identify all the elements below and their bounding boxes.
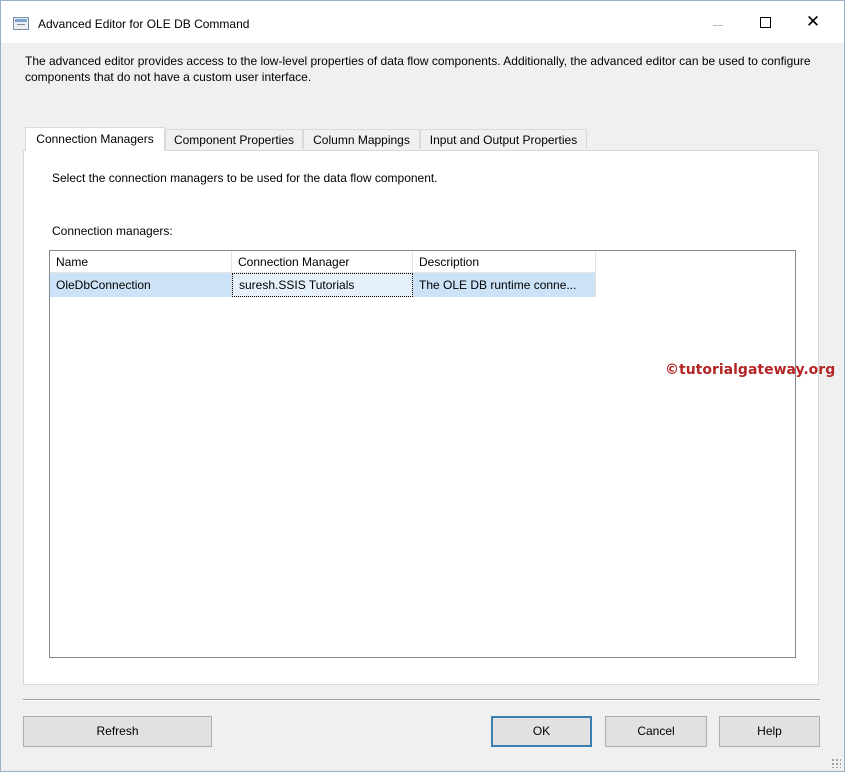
minimize-icon xyxy=(713,24,723,26)
close-button[interactable]: ✕ xyxy=(790,1,836,43)
refresh-button[interactable]: Refresh xyxy=(23,716,212,747)
window-title: Advanced Editor for OLE DB Command xyxy=(38,17,250,31)
tab-input-output-properties[interactable]: Input and Output Properties xyxy=(420,129,587,149)
button-separator xyxy=(23,699,820,701)
cancel-button[interactable]: Cancel xyxy=(605,716,707,747)
ok-button[interactable]: OK xyxy=(491,716,592,747)
maximize-button[interactable] xyxy=(742,1,788,43)
editor-window-icon xyxy=(13,17,29,30)
tab-component-properties[interactable]: Component Properties xyxy=(165,129,303,149)
resize-grip-icon[interactable] xyxy=(831,758,841,768)
column-header-connection-manager[interactable]: Connection Manager xyxy=(232,251,413,273)
minimize-button[interactable] xyxy=(695,1,741,43)
connection-managers-grid[interactable]: Name Connection Manager Description OleD… xyxy=(49,250,796,658)
tab-connection-managers[interactable]: Connection Managers xyxy=(25,127,165,151)
connection-managers-panel: Select the connection managers to be use… xyxy=(23,150,819,685)
cell-description[interactable]: The OLE DB runtime conne... xyxy=(413,273,596,297)
editor-description: The advanced editor provides access to t… xyxy=(25,54,811,84)
maximize-icon xyxy=(759,16,771,28)
title-bar[interactable]: Advanced Editor for OLE DB Command ✕ xyxy=(1,1,844,43)
close-icon: ✕ xyxy=(805,11,821,32)
help-button[interactable]: Help xyxy=(719,716,820,747)
advanced-editor-window: Advanced Editor for OLE DB Command ✕ The… xyxy=(0,0,845,772)
panel-instruction: Select the connection managers to be use… xyxy=(52,171,438,185)
cell-name[interactable]: OleDbConnection xyxy=(50,273,232,297)
cell-connection-manager[interactable]: suresh.SSIS Tutorials xyxy=(232,273,413,297)
watermark-text: ©tutorialgateway.org xyxy=(665,362,836,378)
tab-column-mappings[interactable]: Column Mappings xyxy=(303,129,420,149)
connection-managers-label: Connection managers: xyxy=(52,224,173,238)
column-header-name[interactable]: Name xyxy=(50,251,232,273)
column-header-description[interactable]: Description xyxy=(413,251,596,273)
